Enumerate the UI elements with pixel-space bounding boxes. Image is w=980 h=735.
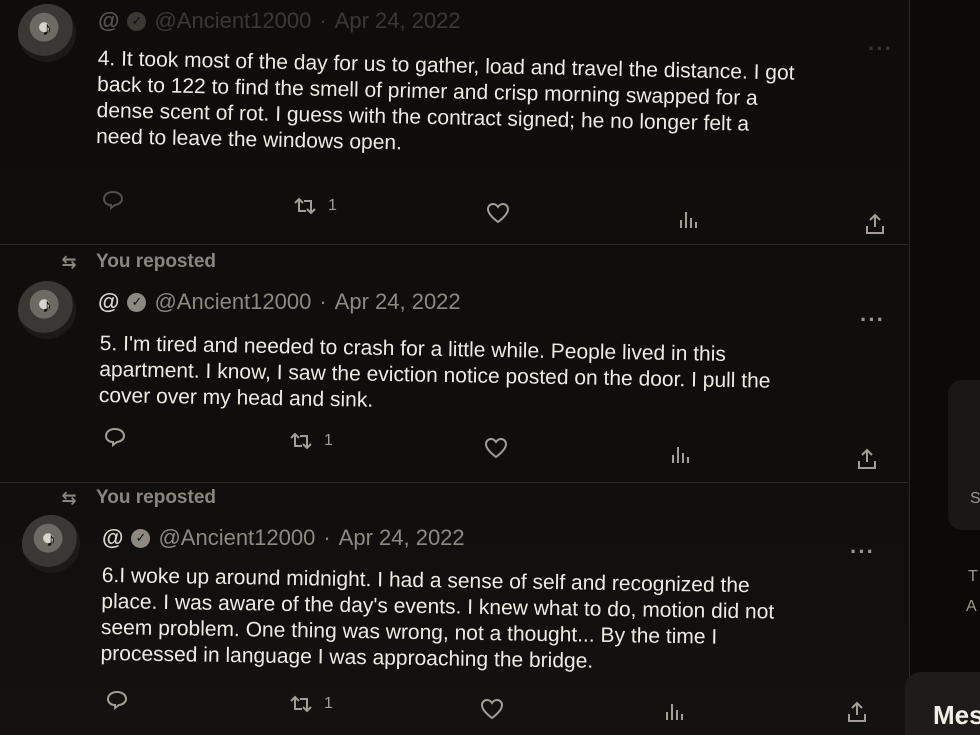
username[interactable]: @Ancient12000 bbox=[154, 8, 311, 34]
username[interactable]: @Ancient12000 bbox=[158, 525, 315, 551]
post-actions: 1 bbox=[100, 425, 890, 469]
share-button[interactable] bbox=[864, 212, 886, 236]
post-date[interactable]: Apr 24, 2022 bbox=[335, 289, 461, 315]
verified-badge-icon: ✓ bbox=[127, 11, 147, 31]
repost-arrows-icon bbox=[290, 695, 312, 713]
display-name[interactable]: @ bbox=[98, 8, 119, 34]
repost-count: 1 bbox=[328, 197, 337, 214]
repost-arrows-icon: ⇆ bbox=[61, 251, 77, 272]
date-separator: · bbox=[323, 525, 331, 550]
post-actions: 1 bbox=[100, 688, 890, 722]
share-upload-icon bbox=[848, 701, 866, 722]
username[interactable]: @Ancient12000 bbox=[154, 289, 311, 315]
avatar[interactable]: ♪ bbox=[18, 281, 76, 339]
more-options-button[interactable]: ··· bbox=[868, 36, 893, 62]
sidebar-fragment: T bbox=[968, 568, 978, 585]
views-button[interactable] bbox=[664, 700, 686, 722]
repost-indicator: ⇆ You reposted bbox=[56, 251, 216, 273]
timeline-feed: ♪ @ ✓ @Ancient12000 · Apr 24, 2022 ··· 4… bbox=[0, 0, 910, 735]
music-note-icon: ♪ bbox=[46, 529, 56, 551]
speech-bubble-icon bbox=[102, 190, 124, 210]
reply-button[interactable] bbox=[102, 190, 124, 210]
display-name[interactable]: @ bbox=[102, 525, 123, 551]
post-header: @ ✓ @Ancient12000 · Apr 24, 2022 bbox=[98, 8, 461, 34]
like-button[interactable] bbox=[480, 698, 504, 720]
bar-chart-icon bbox=[672, 447, 689, 463]
views-button[interactable] bbox=[678, 208, 700, 230]
speech-bubble-icon bbox=[106, 690, 128, 710]
sidebar-fragment: S bbox=[970, 490, 980, 507]
share-button[interactable] bbox=[846, 700, 868, 724]
display-name[interactable]: @ bbox=[98, 289, 119, 315]
verified-badge-icon: ✓ bbox=[131, 528, 151, 548]
date-separator: · bbox=[319, 289, 327, 314]
like-button[interactable] bbox=[484, 437, 508, 459]
repost-button[interactable]: 1 bbox=[292, 196, 337, 216]
heart-icon bbox=[486, 202, 510, 224]
repost-label[interactable]: You reposted bbox=[96, 251, 216, 273]
post-text: 4. It took most of the day for us to gat… bbox=[96, 46, 795, 165]
sidebar-fragment: A bbox=[966, 598, 977, 615]
post-text: 5. I'm tired and needed to crash for a l… bbox=[99, 331, 772, 421]
date-separator: · bbox=[319, 8, 327, 33]
repost-label[interactable]: You reposted bbox=[96, 487, 216, 509]
repost-button[interactable]: 1 bbox=[288, 694, 333, 714]
repost-count: 1 bbox=[324, 432, 333, 449]
post-text: 6.I woke up around midnight. I had a sen… bbox=[100, 563, 774, 678]
music-note-icon: ♪ bbox=[42, 18, 52, 40]
post-actions: 1 bbox=[100, 190, 890, 234]
post-4[interactable]: ♪ @ ✓ @Ancient12000 · Apr 24, 2022 ··· 4… bbox=[0, 0, 908, 245]
post-date[interactable]: Apr 24, 2022 bbox=[339, 525, 465, 551]
bar-chart-icon bbox=[666, 704, 683, 720]
music-note-icon: ♪ bbox=[42, 295, 52, 317]
post-5[interactable]: ⇆ You reposted ♪ @ ✓ @Ancient12000 · Apr… bbox=[0, 245, 908, 483]
repost-indicator: ⇆ You reposted bbox=[56, 487, 216, 509]
heart-icon bbox=[480, 698, 504, 720]
repost-arrows-icon bbox=[290, 432, 312, 450]
like-button[interactable] bbox=[486, 202, 510, 224]
more-options-button[interactable]: ··· bbox=[850, 539, 875, 565]
share-upload-icon bbox=[866, 213, 884, 234]
post-date[interactable]: Apr 24, 2022 bbox=[335, 8, 461, 34]
more-options-button[interactable]: ··· bbox=[860, 307, 885, 333]
post-6[interactable]: ⇆ You reposted ♪ @ ✓ @Ancient12000 · Apr… bbox=[0, 483, 908, 735]
views-button[interactable] bbox=[670, 443, 692, 465]
messages-drawer-button[interactable]: Messages bbox=[905, 672, 980, 735]
heart-icon bbox=[484, 437, 508, 459]
repost-arrows-icon: ⇆ bbox=[61, 487, 77, 508]
post-header: @ ✓ @Ancient12000 · Apr 24, 2022 bbox=[98, 289, 461, 315]
reply-button[interactable] bbox=[106, 690, 128, 710]
share-button[interactable] bbox=[856, 447, 878, 471]
repost-count: 1 bbox=[324, 695, 333, 712]
avatar[interactable]: ♪ bbox=[18, 4, 76, 62]
speech-bubble-icon bbox=[104, 427, 126, 447]
reply-button[interactable] bbox=[104, 427, 126, 447]
repost-arrows-icon bbox=[294, 197, 316, 215]
repost-button[interactable]: 1 bbox=[288, 431, 333, 451]
bar-chart-icon bbox=[680, 212, 697, 228]
avatar[interactable]: ♪ bbox=[22, 515, 80, 573]
verified-badge-icon: ✓ bbox=[127, 292, 147, 312]
post-header: @ ✓ @Ancient12000 · Apr 24, 2022 bbox=[102, 525, 465, 551]
share-upload-icon bbox=[858, 448, 876, 469]
